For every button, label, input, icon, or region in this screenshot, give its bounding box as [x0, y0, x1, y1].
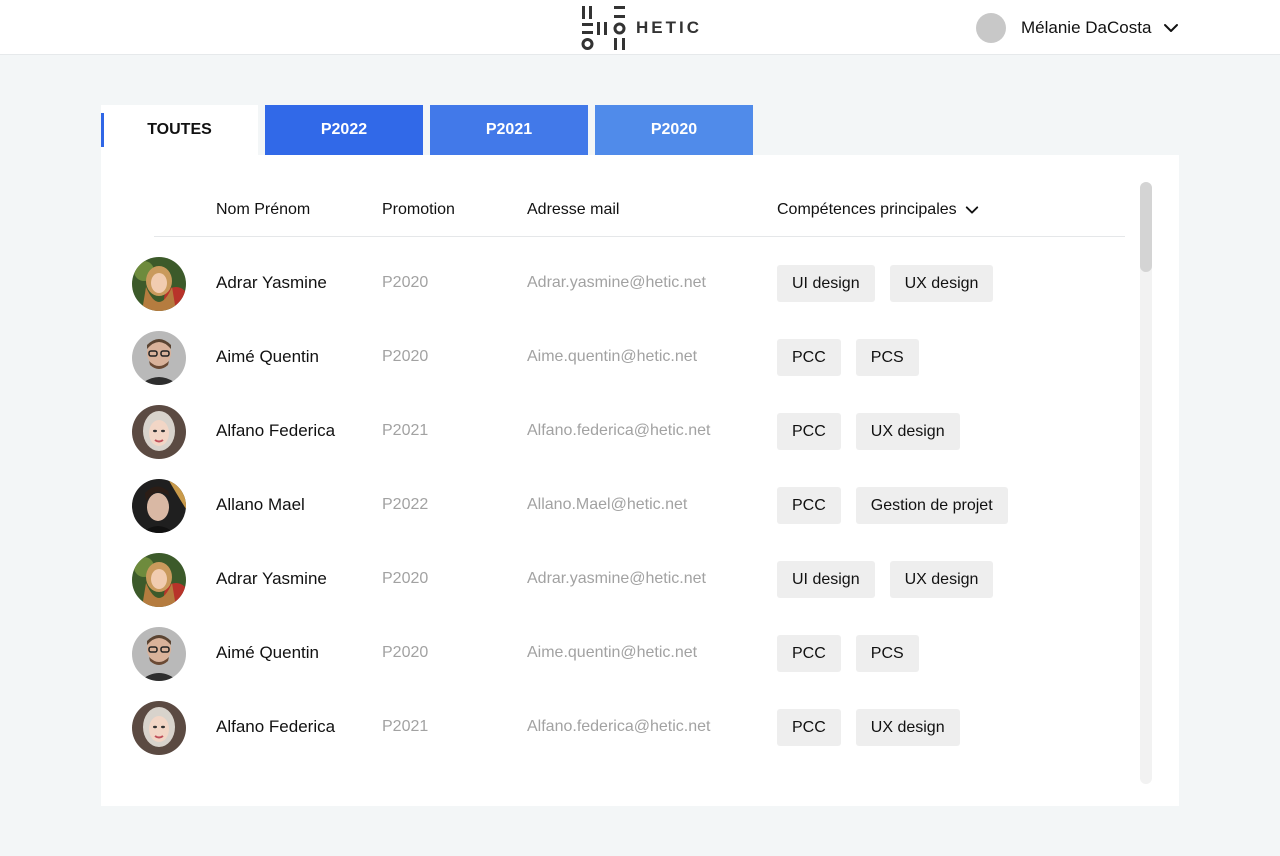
tab-label: P2022	[320, 121, 368, 138]
table-header: Nom Prénom Promotion Adresse mail Compét…	[101, 155, 1179, 237]
table-row[interactable]: Adrar Yasmine P2020 Adrar.yasmine@hetic.…	[101, 256, 1131, 312]
student-email[interactable]: Alfano.federica@hetic.net	[527, 718, 710, 736]
tab-p2021[interactable]: P2021	[430, 105, 588, 155]
chevron-down-icon[interactable]	[1163, 20, 1179, 36]
skill-tag[interactable]: PCS	[855, 339, 919, 376]
skill-tag[interactable]: PCC	[777, 709, 841, 746]
student-promotion: P2021	[382, 718, 429, 735]
skill-tag[interactable]: UX design	[889, 561, 994, 598]
skill-tag[interactable]: UI design	[777, 561, 875, 598]
skill-tag[interactable]: UI design	[777, 265, 875, 302]
avatar	[132, 627, 186, 681]
skill-list: PCC UX design	[777, 413, 960, 450]
skill-tag[interactable]: PCC	[777, 413, 841, 450]
skill-list: UI design UX design	[777, 265, 994, 302]
vertical-scrollbar[interactable]	[1140, 182, 1152, 784]
skill-tag[interactable]: PCC	[777, 635, 841, 672]
column-header-promotion: Promotion	[382, 201, 455, 218]
avatar	[132, 479, 186, 533]
skill-list: PCC PCS	[777, 635, 919, 672]
student-promotion: P2020	[382, 644, 429, 661]
tab-label: P2021	[485, 121, 533, 138]
user-name: Mélanie DaCosta	[1021, 18, 1152, 37]
column-header-email: Adresse mail	[527, 201, 620, 218]
tab-p2022[interactable]: P2022	[265, 105, 423, 155]
chevron-down-icon[interactable]	[965, 203, 979, 217]
students-table-card: Nom Prénom Promotion Adresse mail Compét…	[101, 155, 1179, 806]
student-name: Allano Mael	[216, 495, 305, 514]
brand-name: HETIC	[636, 18, 702, 37]
active-tab-indicator	[101, 113, 104, 147]
skill-list: UI design UX design	[777, 561, 994, 598]
student-promotion: P2021	[382, 422, 429, 439]
table-row[interactable]: Alfano Federica P2021 Alfano.federica@he…	[101, 404, 1131, 460]
student-email[interactable]: Adrar.yasmine@hetic.net	[527, 570, 706, 588]
skill-list: PCC UX design	[777, 709, 960, 746]
column-header-name: Nom Prénom	[216, 201, 311, 218]
skill-tag[interactable]: PCS	[855, 635, 919, 672]
avatar	[132, 553, 186, 607]
table-row[interactable]: Adrar Yasmine P2020 Adrar.yasmine@hetic.…	[101, 552, 1131, 608]
student-name: Alfano Federica	[216, 717, 336, 736]
student-email[interactable]: Adrar.yasmine@hetic.net	[527, 274, 706, 292]
top-bar: HETIC Mélanie DaCosta	[0, 0, 1280, 55]
student-promotion: P2020	[382, 570, 429, 587]
tab-toutes[interactable]: TOUTES	[101, 105, 258, 155]
student-email[interactable]: Allano.Mael@hetic.net	[527, 496, 687, 514]
skill-tag[interactable]: UX design	[855, 709, 960, 746]
table-row[interactable]: Alfano Federica P2021 Alfano.federica@he…	[101, 700, 1131, 756]
user-avatar	[976, 13, 1006, 43]
avatar	[132, 331, 186, 385]
student-name: Adrar Yasmine	[216, 569, 327, 588]
student-email[interactable]: Aime.quentin@hetic.net	[527, 644, 697, 662]
user-menu[interactable]: Mélanie DaCosta	[976, 12, 1179, 44]
header-divider	[154, 236, 1125, 237]
skill-tag[interactable]: UX design	[889, 265, 994, 302]
student-name: Aimé Quentin	[216, 643, 319, 662]
skill-tag[interactable]: UX design	[855, 413, 960, 450]
student-email[interactable]: Aime.quentin@hetic.net	[527, 348, 697, 366]
student-promotion: P2020	[382, 348, 429, 365]
student-name: Aimé Quentin	[216, 347, 319, 366]
skill-list: PCC Gestion de projet	[777, 487, 1008, 524]
table-row[interactable]: Aimé Quentin P2020 Aime.quentin@hetic.ne…	[101, 330, 1131, 386]
skill-tag[interactable]: PCC	[777, 487, 841, 524]
scrollbar-thumb[interactable]	[1140, 182, 1152, 272]
student-name: Adrar Yasmine	[216, 273, 327, 292]
student-promotion: P2022	[382, 496, 429, 513]
table-row[interactable]: Aimé Quentin P2020 Aime.quentin@hetic.ne…	[101, 626, 1131, 682]
table-row[interactable]: Allano Mael P2022 Allano.Mael@hetic.net …	[101, 478, 1131, 534]
skill-tag[interactable]: Gestion de projet	[855, 487, 1008, 524]
skill-list: PCC PCS	[777, 339, 919, 376]
column-header-skills: Compétences principales	[777, 201, 957, 218]
tab-label: P2020	[650, 121, 698, 138]
hetic-logo-mark	[581, 6, 626, 50]
hetic-logo[interactable]: HETIC	[580, 6, 702, 50]
avatar	[132, 701, 186, 755]
student-name: Alfano Federica	[216, 421, 336, 440]
avatar	[132, 405, 186, 459]
avatar	[132, 257, 186, 311]
student-email[interactable]: Alfano.federica@hetic.net	[527, 422, 710, 440]
student-promotion: P2020	[382, 274, 429, 291]
tab-label: TOUTES	[147, 121, 212, 138]
column-header-skills-dropdown[interactable]: Compétences principales	[777, 201, 979, 219]
skill-tag[interactable]: PCC	[777, 339, 841, 376]
tab-p2020[interactable]: P2020	[595, 105, 753, 155]
